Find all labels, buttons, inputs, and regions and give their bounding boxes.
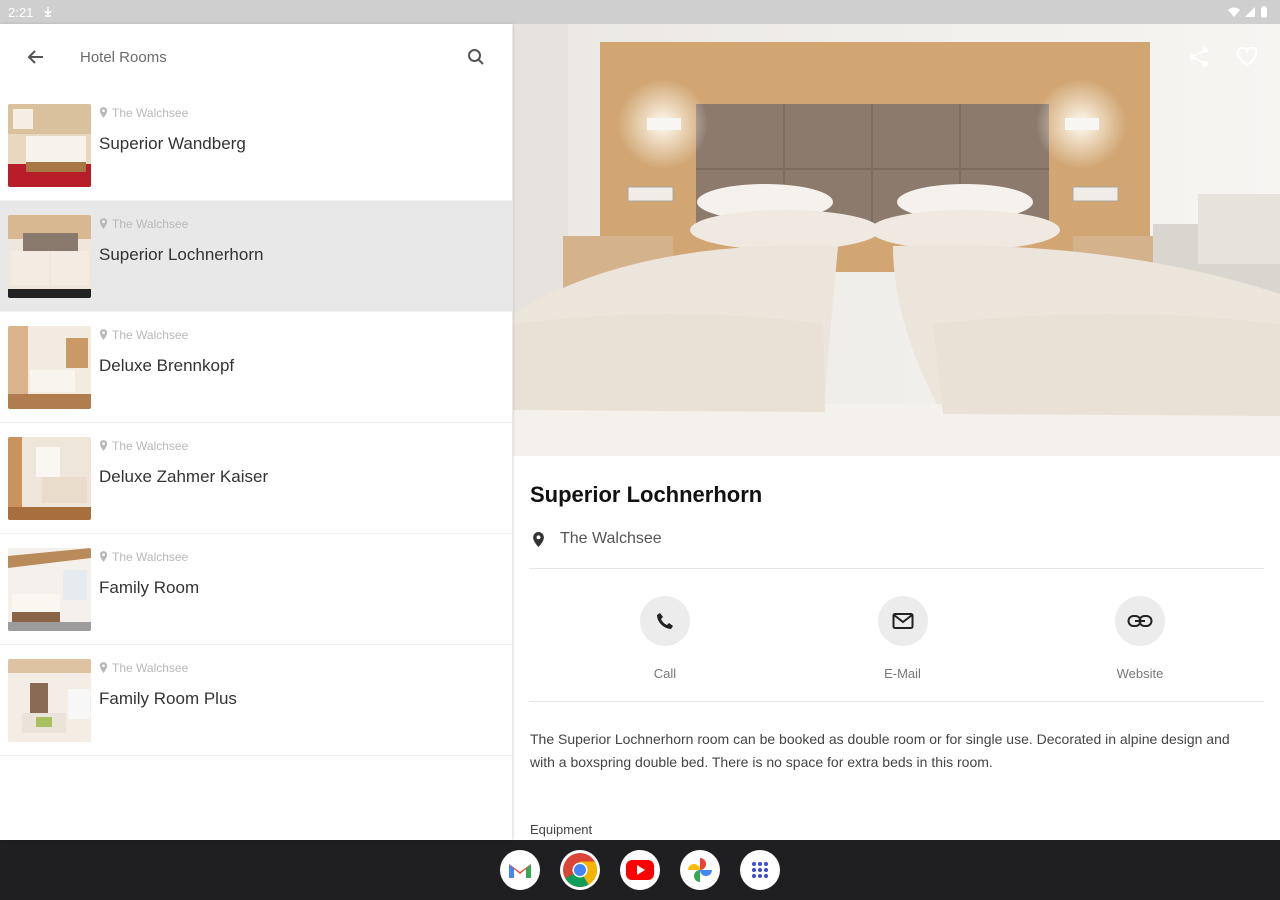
heart-icon (1236, 47, 1258, 67)
taskbar (0, 840, 1280, 900)
app-drawer-button[interactable] (740, 850, 780, 890)
search-icon (468, 49, 484, 65)
search-button[interactable] (460, 41, 492, 73)
room-list-item[interactable]: The Walchsee Family Room (0, 534, 512, 645)
call-button[interactable]: Call (625, 596, 705, 681)
room-list-item[interactable]: The Walchsee Family Room Plus (0, 645, 512, 756)
youtube-icon (626, 860, 654, 880)
email-label: E-Mail (884, 666, 921, 681)
room-thumbnail (8, 547, 91, 631)
room-thumbnail (8, 214, 91, 298)
location-pin-icon (99, 218, 108, 229)
status-bar: 2:21 (0, 0, 1280, 24)
chrome-app[interactable] (560, 850, 600, 890)
back-button[interactable] (20, 41, 52, 73)
website-button[interactable]: Website (1100, 596, 1180, 681)
room-title: Superior Lochnerhorn (530, 482, 763, 507)
room-name: Deluxe Brennkopf (99, 355, 235, 375)
gmail-icon (509, 864, 531, 878)
email-button[interactable]: E-Mail (863, 596, 943, 681)
room-description: The Superior Lochnerhorn room can be boo… (530, 731, 1230, 770)
room-list-item[interactable]: The Walchsee Superior Wandberg (0, 90, 512, 201)
room-location: The Walchsee (112, 216, 189, 231)
wifi-icon (1228, 6, 1240, 18)
app-drawer-icon (752, 862, 768, 878)
room-name: Superior Lochnerhorn (99, 244, 264, 264)
room-name: Superior Wandberg (99, 133, 246, 153)
room-location: The Walchsee (112, 438, 189, 453)
room-hero-image (513, 24, 1280, 456)
youtube-app[interactable] (620, 850, 660, 890)
divider (529, 568, 1264, 569)
equipment-heading: Equipment (530, 822, 593, 837)
room-thumbnail (8, 436, 91, 520)
location-pin-icon (99, 440, 108, 451)
room-name: Family Room Plus (99, 688, 237, 708)
room-location-text: The Walchsee (560, 530, 662, 547)
share-button[interactable] (1186, 44, 1212, 70)
website-label: Website (1116, 666, 1164, 681)
room-location: The Walchsee (112, 105, 189, 120)
room-list-pane: Hotel Rooms The Walchsee Superior Wandbe… (0, 24, 512, 840)
divider (529, 701, 1264, 702)
chrome-icon (563, 853, 597, 887)
list-toolbar: Hotel Rooms (0, 24, 512, 90)
share-icon (1190, 47, 1208, 67)
room-list-item-selected[interactable]: The Walchsee Superior Lochnerhorn (0, 201, 512, 312)
location-pin-icon (99, 551, 108, 562)
location-pin-icon (533, 531, 544, 547)
favorite-button[interactable] (1234, 44, 1260, 70)
status-time: 2:21 (8, 4, 34, 20)
link-icon (1127, 615, 1153, 627)
contact-actions: Call E-Mail Website (513, 596, 1280, 681)
room-thumbnail (8, 103, 91, 187)
location-pin-icon (99, 107, 108, 118)
room-location: The Walchsee (112, 327, 189, 342)
room-detail-pane: Superior Lochnerhorn The Walchsee Call E… (513, 24, 1280, 840)
room-thumbnail (8, 325, 91, 409)
phone-icon (657, 613, 673, 629)
page-title: Hotel Rooms (80, 48, 167, 66)
room-name: Family Room (99, 577, 200, 597)
back-arrow-icon (27, 50, 43, 64)
gmail-app[interactable] (500, 850, 540, 890)
room-location: The Walchsee (112, 660, 189, 675)
signal-icon (1244, 6, 1256, 18)
photos-icon (688, 858, 712, 882)
photos-app[interactable] (680, 850, 720, 890)
room-thumbnail (8, 658, 91, 742)
room-name: Deluxe Zahmer Kaiser (99, 466, 269, 486)
location-pin-icon (99, 662, 108, 673)
room-list: The Walchsee Superior Wandberg The Walch… (0, 90, 512, 756)
battery-icon (1260, 6, 1272, 18)
room-list-item[interactable]: The Walchsee Deluxe Zahmer Kaiser (0, 423, 512, 534)
room-list-item[interactable]: The Walchsee Deluxe Brennkopf (0, 312, 512, 423)
call-label: Call (653, 666, 677, 681)
room-location: The Walchsee (112, 549, 189, 564)
room-location-row: The Walchsee (533, 530, 1280, 548)
notification-icon (43, 6, 55, 18)
mail-icon (892, 613, 913, 629)
location-pin-icon (99, 329, 108, 340)
